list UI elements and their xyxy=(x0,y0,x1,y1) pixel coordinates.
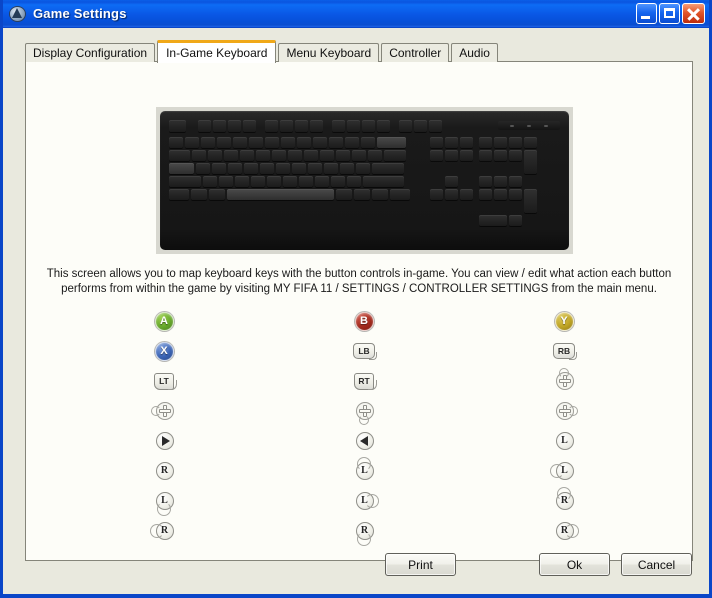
close-button[interactable] xyxy=(682,3,705,24)
tab-menu-keyboard[interactable]: Menu Keyboard xyxy=(278,43,380,62)
maximize-button[interactable] xyxy=(659,3,680,24)
dpad-left-icon[interactable] xyxy=(150,396,175,426)
dpad-up-icon[interactable] xyxy=(554,366,575,396)
trigger-rt-label: RT xyxy=(354,372,377,390)
right-stick-down-icon[interactable]: R xyxy=(354,516,375,546)
button-a-label: A xyxy=(154,311,174,331)
button-a-icon[interactable]: A xyxy=(154,306,174,336)
keyboard-body xyxy=(160,111,569,250)
keyboard-nav-block xyxy=(430,137,473,228)
stick-left-icon[interactable] xyxy=(354,426,375,456)
minimize-icon xyxy=(641,16,650,19)
title-bar: Game Settings xyxy=(3,0,709,28)
button-b-icon[interactable]: B xyxy=(354,306,374,336)
instruction-line-1: This screen allows you to map keyboard k… xyxy=(46,268,672,280)
shoulder-lb-icon[interactable]: LB xyxy=(353,336,377,366)
button-y-label: Y xyxy=(554,311,574,331)
right-stick-left-icon[interactable]: R xyxy=(149,516,175,546)
button-x-label: X xyxy=(154,341,174,361)
tab-display-configuration[interactable]: Display Configuration xyxy=(25,43,156,62)
button-x-icon[interactable]: X xyxy=(154,336,174,366)
trigger-lt-icon[interactable]: LT xyxy=(154,366,177,396)
dialog-client-area: Display Configuration In-Game Keyboard M… xyxy=(3,28,709,591)
button-mapping-grid: A X LT R L R B LB RT L L R Y RB L L R R xyxy=(26,306,692,546)
left-stick-left-icon[interactable]: L xyxy=(549,456,575,486)
game-settings-window: Game Settings Display Configuration In-G… xyxy=(0,0,712,598)
keyboard-alpha-block xyxy=(169,137,424,228)
left-stick-down-icon[interactable]: L xyxy=(154,486,175,516)
keyboard-function-row xyxy=(169,119,560,132)
button-y-icon[interactable]: Y xyxy=(554,306,574,336)
maximize-icon xyxy=(664,8,675,18)
keyboard-leds xyxy=(498,121,560,130)
mapping-column-3: Y RB L L R R xyxy=(464,306,664,546)
right-stick-label: R xyxy=(155,461,174,480)
mapping-column-1: A X LT R L R xyxy=(64,306,264,546)
tab-strip: Display Configuration In-Game Keyboard M… xyxy=(25,40,500,63)
right-stick-up-icon[interactable]: R xyxy=(554,486,575,516)
window-title: Game Settings xyxy=(33,6,127,21)
minimize-button[interactable] xyxy=(636,3,657,24)
tab-in-game-keyboard[interactable]: In-Game Keyboard xyxy=(157,40,277,63)
print-button[interactable]: Print xyxy=(385,553,456,576)
keyboard-image xyxy=(156,107,573,254)
left-stick-icon[interactable]: L xyxy=(554,426,575,456)
dialog-button-bar: Print Ok Cancel xyxy=(3,553,712,577)
trigger-lt-label: LT xyxy=(154,372,177,390)
shoulder-lb-label: LB xyxy=(353,343,377,360)
tab-controller[interactable]: Controller xyxy=(381,43,450,62)
shoulder-rb-label: RB xyxy=(553,343,577,360)
stick-right-icon[interactable] xyxy=(154,426,175,456)
keyboard-key-area xyxy=(169,137,560,228)
left-stick-right-icon[interactable]: L xyxy=(354,486,379,516)
keyboard-numpad-block xyxy=(479,137,537,228)
tab-audio[interactable]: Audio xyxy=(451,43,498,62)
right-stick-icon[interactable]: R xyxy=(154,456,175,486)
app-triangle-icon xyxy=(9,5,27,23)
left-stick-label: L xyxy=(555,431,574,450)
instruction-text: This screen allows you to map keyboard k… xyxy=(34,267,684,297)
mapping-column-2: B LB RT L L R xyxy=(264,306,464,546)
right-stick-right-icon[interactable]: R xyxy=(554,516,579,546)
cancel-button[interactable]: Cancel xyxy=(621,553,692,576)
trigger-rt-icon[interactable]: RT xyxy=(354,366,377,396)
button-b-label: B xyxy=(354,311,374,331)
window-controls xyxy=(636,3,705,24)
tab-panel-in-game-keyboard: This screen allows you to map keyboard k… xyxy=(25,61,693,561)
dpad-down-icon[interactable] xyxy=(354,396,375,426)
instruction-line-2: performs from within the game by visitin… xyxy=(61,283,657,295)
dpad-right-icon[interactable] xyxy=(554,396,578,426)
left-stick-up-icon[interactable]: L xyxy=(354,456,375,486)
shoulder-rb-icon[interactable]: RB xyxy=(553,336,577,366)
ok-button[interactable]: Ok xyxy=(539,553,610,576)
